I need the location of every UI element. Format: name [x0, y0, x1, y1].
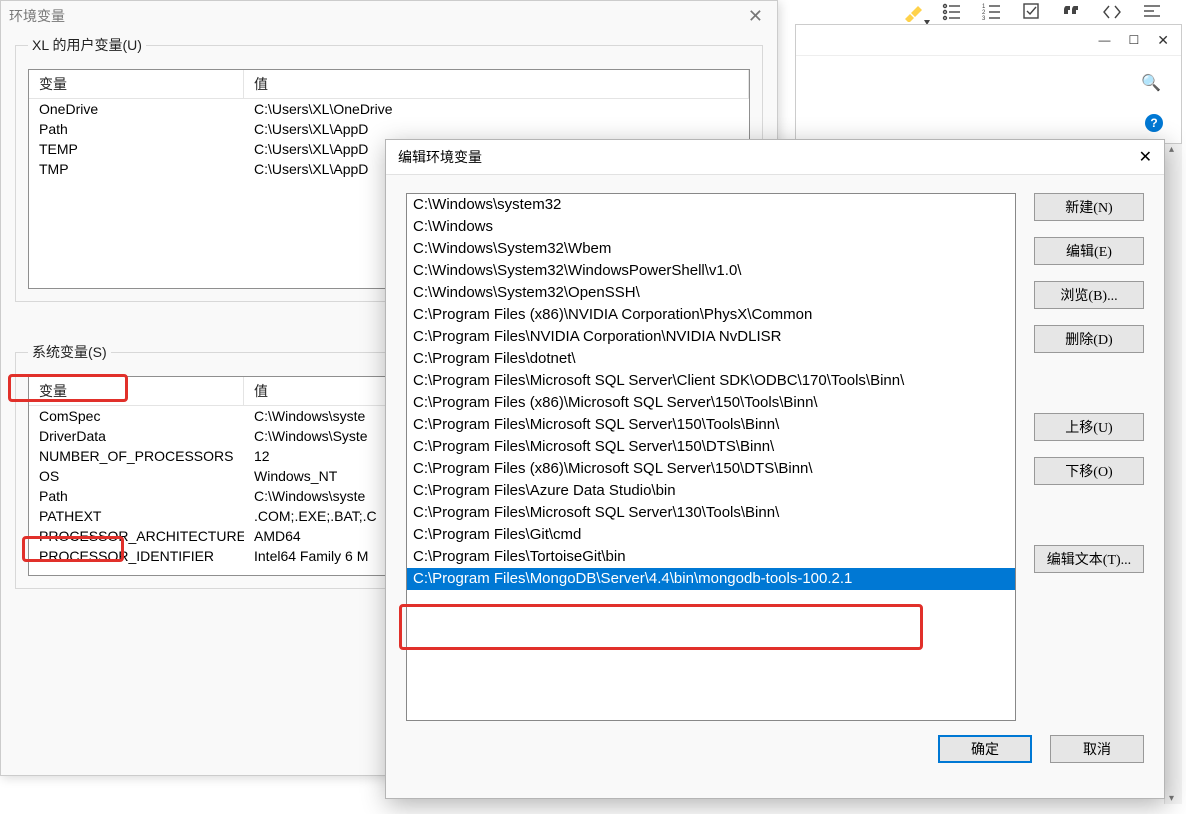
- path-list-item[interactable]: C:\Program Files (x86)\Microsoft SQL Ser…: [407, 458, 1015, 480]
- close-icon[interactable]: ✕: [1139, 147, 1152, 167]
- var-name: Path: [29, 486, 244, 506]
- path-list-item[interactable]: C:\Program Files\MongoDB\Server\4.4\bin\…: [407, 568, 1015, 590]
- path-list-item[interactable]: C:\Program Files\Microsoft SQL Server\13…: [407, 502, 1015, 524]
- path-list-item[interactable]: C:\Windows\System32\WindowsPowerShell\v1…: [407, 260, 1015, 282]
- close-icon[interactable]: ✕: [1157, 32, 1169, 49]
- user-variables-label: XL 的用户变量(U): [28, 35, 146, 55]
- var-name: PATHEXT: [29, 506, 244, 526]
- highlight-icon[interactable]: [902, 2, 922, 25]
- browse-button[interactable]: 浏览(B)...: [1034, 281, 1144, 309]
- minimize-icon[interactable]: —: [1099, 33, 1111, 47]
- checkbox-icon[interactable]: [1022, 2, 1042, 25]
- help-icon[interactable]: ?: [1145, 114, 1163, 132]
- system-variables-label: 系统变量(S): [28, 342, 111, 362]
- dialog-title: 环境变量: [9, 6, 65, 26]
- path-list-item[interactable]: C:\Windows: [407, 216, 1015, 238]
- close-icon[interactable]: ✕: [742, 6, 769, 27]
- cancel-button[interactable]: 取消: [1050, 735, 1144, 763]
- var-name: OneDrive: [29, 99, 244, 119]
- ok-button[interactable]: 确定: [938, 735, 1032, 763]
- var-name: NUMBER_OF_PROCESSORS: [29, 446, 244, 466]
- svg-text:3: 3: [982, 16, 986, 22]
- var-name: TMP: [29, 159, 244, 179]
- editor-scrollbar[interactable]: [1164, 144, 1182, 804]
- path-list[interactable]: C:\Windows\system32C:\WindowsC:\Windows\…: [406, 193, 1016, 721]
- column-header-variable[interactable]: 变量: [29, 70, 244, 99]
- var-name: Path: [29, 119, 244, 139]
- var-name: TEMP: [29, 139, 244, 159]
- editor-toolbar: 123: [882, 0, 1182, 26]
- new-button[interactable]: 新建(N): [1034, 193, 1144, 221]
- maximize-icon[interactable]: ☐: [1129, 33, 1140, 47]
- move-up-button[interactable]: 上移(U): [1034, 413, 1144, 441]
- search-icon[interactable]: 🔍: [1141, 73, 1161, 93]
- table-row[interactable]: PathC:\Users\XL\AppD: [29, 119, 749, 139]
- align-icon[interactable]: [1142, 2, 1162, 25]
- path-list-item[interactable]: C:\Windows\System32\OpenSSH\: [407, 282, 1015, 304]
- path-list-item[interactable]: C:\Program Files\dotnet\: [407, 348, 1015, 370]
- move-down-button[interactable]: 下移(O): [1034, 457, 1144, 485]
- var-name: DriverData: [29, 426, 244, 446]
- list-bullet-icon[interactable]: [942, 2, 962, 25]
- quote-icon[interactable]: [1062, 2, 1082, 25]
- button-column: 新建(N) 编辑(E) 浏览(B)... 删除(D) 上移(U) 下移(O) 编…: [1034, 193, 1144, 721]
- background-editor-window: — ☐ ✕ 🔍 ?: [795, 24, 1182, 144]
- var-value: C:\Users\XL\OneDrive: [244, 99, 749, 119]
- path-list-item[interactable]: C:\Windows\System32\Wbem: [407, 238, 1015, 260]
- path-list-item[interactable]: C:\Program Files\Microsoft SQL Server\Cl…: [407, 370, 1015, 392]
- path-list-item[interactable]: C:\Windows\system32: [407, 194, 1015, 216]
- path-list-item[interactable]: C:\Program Files\Microsoft SQL Server\15…: [407, 414, 1015, 436]
- var-name: PROCESSOR_ARCHITECTURE: [29, 526, 244, 546]
- path-list-item[interactable]: C:\Program Files (x86)\Microsoft SQL Ser…: [407, 392, 1015, 414]
- var-name: PROCESSOR_IDENTIFIER: [29, 546, 244, 566]
- delete-button[interactable]: 删除(D): [1034, 325, 1144, 353]
- path-list-item[interactable]: C:\Program Files\Git\cmd: [407, 524, 1015, 546]
- column-header-variable[interactable]: 变量: [29, 377, 244, 406]
- table-row[interactable]: OneDriveC:\Users\XL\OneDrive: [29, 99, 749, 119]
- path-list-item[interactable]: C:\Program Files\NVIDIA Corporation\NVID…: [407, 326, 1015, 348]
- edit-environment-variable-dialog: 编辑环境变量 ✕ C:\Windows\system32C:\WindowsC:…: [385, 139, 1165, 799]
- var-name: ComSpec: [29, 406, 244, 426]
- column-header-value[interactable]: 值: [244, 70, 749, 99]
- path-list-item[interactable]: C:\Program Files (x86)\NVIDIA Corporatio…: [407, 304, 1015, 326]
- var-value: C:\Users\XL\AppD: [244, 119, 749, 139]
- dialog-title: 编辑环境变量: [398, 147, 482, 167]
- var-name: OS: [29, 466, 244, 486]
- edit-text-button[interactable]: 编辑文本(T)...: [1034, 545, 1144, 573]
- path-list-item[interactable]: C:\Program Files\Microsoft SQL Server\15…: [407, 436, 1015, 458]
- path-list-item[interactable]: C:\Program Files\Azure Data Studio\bin: [407, 480, 1015, 502]
- edit-button[interactable]: 编辑(E): [1034, 237, 1144, 265]
- path-list-item[interactable]: C:\Program Files\TortoiseGit\bin: [407, 546, 1015, 568]
- code-icon[interactable]: [1102, 2, 1122, 25]
- list-number-icon[interactable]: 123: [982, 2, 1002, 25]
